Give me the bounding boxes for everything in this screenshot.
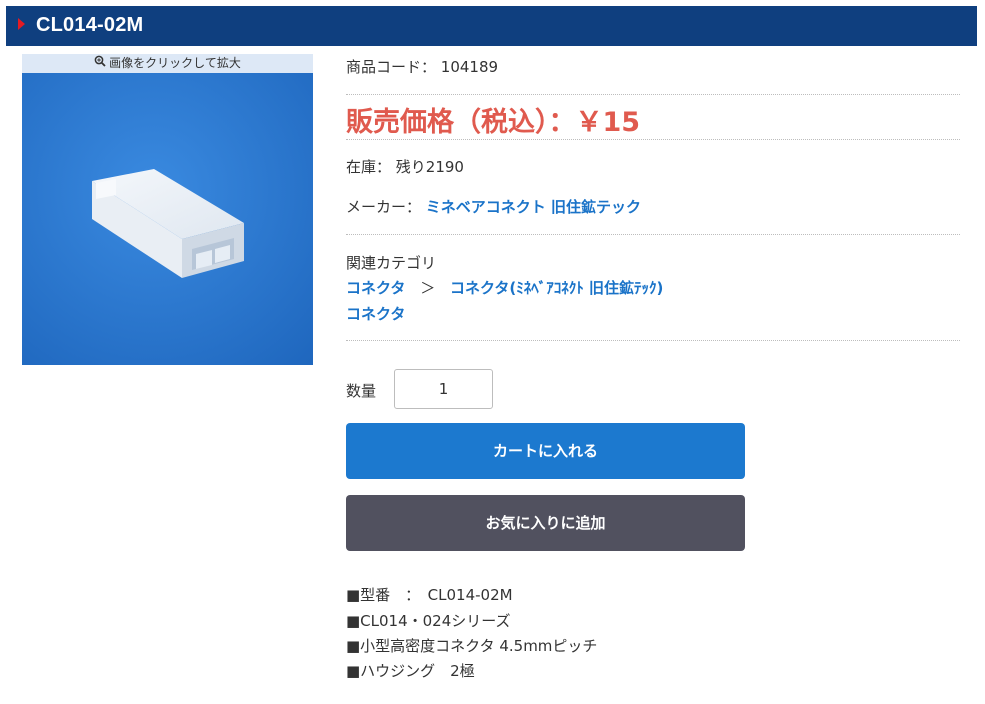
add-to-cart-button[interactable]: カートに入れる: [346, 423, 745, 479]
stock-label: 在庫：: [346, 158, 392, 176]
zoom-caption[interactable]: 画像をクリックして拡大: [22, 54, 313, 73]
triangle-marker-icon: [18, 18, 25, 30]
category-link-connector-2[interactable]: コネクタ: [346, 305, 405, 323]
zoom-caption-text: 画像をクリックして拡大: [109, 56, 241, 70]
divider: [346, 234, 960, 235]
category-link-connector[interactable]: コネクタ: [346, 279, 405, 297]
maker-link[interactable]: ミネベアコネクト 旧住鉱テック: [426, 198, 641, 216]
divider: [346, 139, 960, 140]
product-photo[interactable]: [22, 73, 313, 365]
product-title: CL014-02M: [36, 14, 144, 36]
spec-line: ■型番 ： CL014-02M: [346, 586, 513, 604]
maker-row: メーカー： ミネベアコネクト 旧住鉱テック: [346, 196, 960, 217]
add-to-favorites-button[interactable]: お気に入りに追加: [346, 495, 745, 551]
product-image-box[interactable]: 画像をクリックして拡大: [22, 54, 313, 365]
quantity-label: 数量: [346, 382, 377, 400]
spec-line: ■小型高密度コネクタ 4.5mmピッチ: [346, 637, 598, 655]
category-breadcrumb: コネクタ ＞ コネクタ(ﾐﾈﾍﾞｱｺﾈｸﾄ 旧住鉱ﾃｯｸ): [346, 277, 960, 298]
product-code-row: 商品コード： 104189: [346, 56, 960, 77]
divider: [346, 94, 960, 95]
stock-value: 残り2190: [395, 158, 464, 176]
page-header: CL014-02M: [6, 6, 977, 46]
spec-line: ■ハウジング 2極: [346, 662, 475, 680]
category-row-2: コネクタ: [346, 303, 960, 324]
maker-label: メーカー：: [346, 198, 422, 216]
price: 販売価格（税込）：￥15: [346, 107, 641, 138]
breadcrumb-separator: ＞: [420, 279, 436, 297]
spec-line: ■CL014・024シリーズ: [346, 612, 511, 630]
zoom-in-icon: [94, 54, 106, 73]
divider: [346, 340, 960, 341]
stock-row: 在庫： 残り2190: [346, 156, 960, 177]
quantity-input[interactable]: 1: [394, 369, 493, 409]
product-code-label: 商品コード：: [346, 58, 437, 76]
category-link-minebea[interactable]: コネクタ(ﾐﾈﾍﾞｱｺﾈｸﾄ 旧住鉱ﾃｯｸ): [450, 279, 663, 297]
product-code-value: 104189: [440, 58, 499, 76]
category-label: 関連カテゴリ: [346, 254, 437, 272]
